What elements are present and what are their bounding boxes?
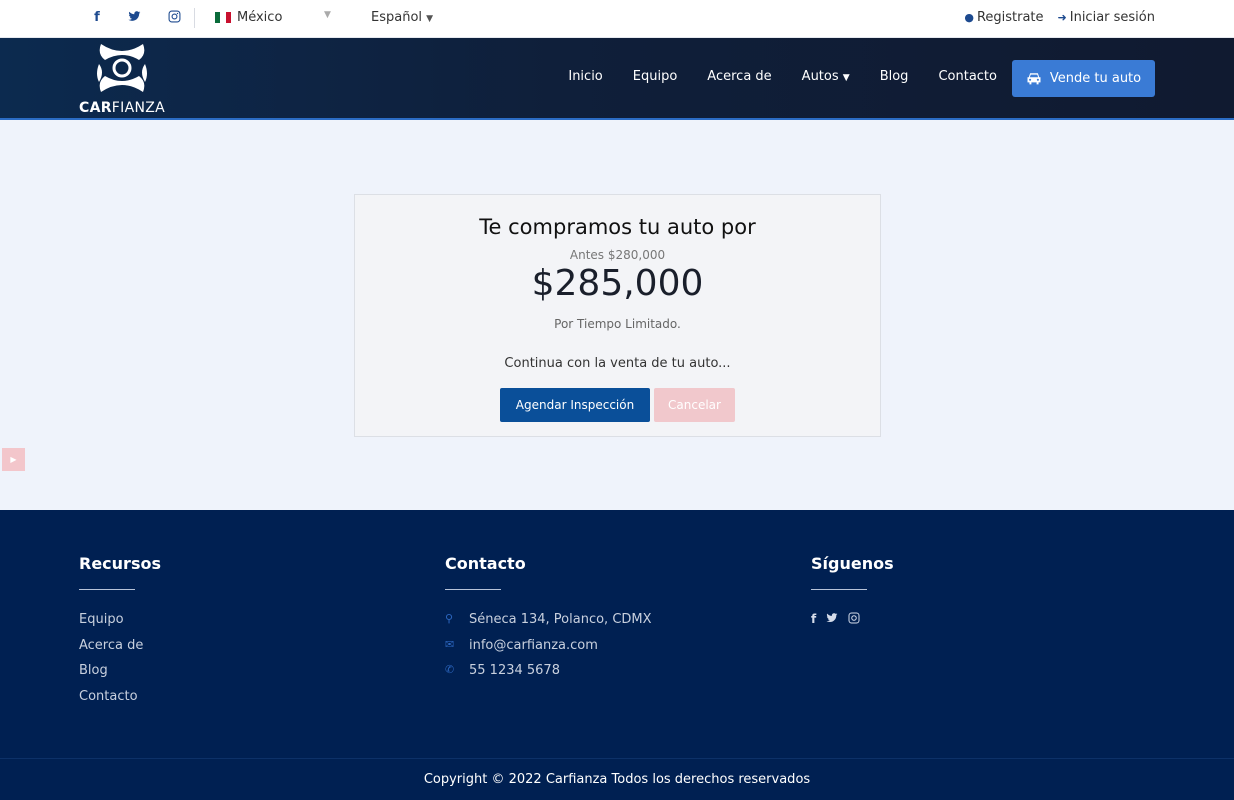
footer-link-acerca[interactable]: Acerca de (79, 638, 161, 664)
follow-title: Síguenos (811, 554, 894, 573)
footer-link-equipo[interactable]: Equipo (79, 612, 161, 638)
sell-car-label: Vende tu auto (1049, 71, 1142, 86)
envelope-icon: ✉ (445, 637, 455, 651)
offer-title: Te compramos tu auto por (479, 215, 756, 239)
nav-item-equipo[interactable]: Equipo (633, 69, 678, 84)
register-label: Registrate (976, 10, 1044, 25)
twitter-icon[interactable] (826, 612, 838, 627)
sell-car-button[interactable]: Vende tu auto (1012, 60, 1155, 97)
logo[interactable]: CARFIANZA (79, 42, 169, 116)
phone-text: 55 1234 5678 (469, 663, 560, 678)
copyright: Copyright © 2022 Carfianza Todos los der… (423, 772, 811, 787)
brand-name: CARFIANZA (79, 100, 165, 116)
chevron-down-icon: ▼ (842, 73, 850, 83)
phone-icon: ✆ (445, 663, 455, 676)
facebook-icon[interactable]: f (811, 612, 816, 627)
divider (194, 8, 195, 28)
nav-item-autos-label: Autos (801, 69, 839, 84)
resources-title: Recursos (79, 554, 161, 573)
limited-time-note: Por Tiempo Limitado. (554, 317, 681, 331)
side-play-tab[interactable]: ▶ (2, 448, 25, 471)
footer-link-blog[interactable]: Blog (79, 663, 161, 689)
mexico-flag-icon (215, 12, 231, 23)
footer-follow: Síguenos f (811, 554, 894, 627)
footer-contact: Contacto ⚲ Séneca 134, Polanco, CDMX ✉ inf… (445, 554, 652, 689)
contact-title: Contacto (445, 554, 526, 573)
email-text: info@carfianza.com (469, 637, 598, 653)
sign-in-icon: ➜ (1057, 11, 1067, 24)
footer-link-contacto[interactable]: Contacto (79, 689, 161, 715)
main-nav: CARFIANZA Inicio Equipo Acerca de Autos … (0, 38, 1234, 120)
nav-item-blog[interactable]: Blog (880, 69, 909, 84)
car-icon (1027, 73, 1041, 85)
footer: Recursos Equipo Acerca de Blog Contacto … (0, 510, 1234, 800)
top-bar: f México ▼ Español ▼ ● Registrate ➜ Inicia… (0, 0, 1234, 38)
continue-text: Continua con la venta de tu auto... (504, 356, 731, 371)
facebook-icon[interactable]: f (89, 10, 105, 26)
nav-item-contacto[interactable]: Contacto (938, 69, 997, 84)
nav-item-acerca[interactable]: Acerca de (707, 69, 771, 84)
instagram-icon[interactable] (848, 612, 860, 627)
map-marker-icon: ⚲ (445, 612, 454, 625)
chevron-down-icon: ▼ (426, 14, 434, 24)
language-label: Español (371, 10, 423, 25)
schedule-inspection-button[interactable]: Agendar Inspección (500, 388, 650, 422)
footer-resources: Recursos Equipo Acerca de Blog Contacto (79, 554, 161, 714)
register-link[interactable]: ● Registrate (964, 10, 1043, 25)
divider (79, 589, 135, 590)
logo-mark-icon (97, 44, 147, 92)
address-text: Séneca 134, Polanco, CDMX (469, 612, 652, 627)
address-row: ⚲ Séneca 134, Polanco, CDMX (445, 612, 652, 638)
brand-bold: CAR (79, 100, 112, 116)
login-label: Iniciar sesión (1069, 10, 1155, 25)
email-row[interactable]: ✉ info@carfianza.com (445, 638, 652, 664)
language-selector[interactable]: Español ▼ (371, 10, 433, 25)
offer-price: $285,000 (531, 263, 704, 304)
login-link[interactable]: ➜ Iniciar sesión (1058, 10, 1155, 25)
divider (0, 758, 1234, 759)
play-icon: ▶ (10, 455, 17, 464)
nav-item-inicio[interactable]: Inicio (568, 69, 602, 84)
chevron-down-icon[interactable]: ▼ (324, 10, 331, 20)
divider (811, 589, 867, 590)
twitter-icon[interactable] (126, 10, 142, 26)
instagram-icon[interactable] (166, 10, 182, 26)
brand-rest: FIANZA (111, 100, 165, 116)
user-icon: ● (964, 11, 974, 24)
cancel-button[interactable]: Cancelar (654, 388, 735, 422)
country-selector[interactable]: México (237, 10, 282, 25)
offer-card: Te compramos tu auto por Antes $280,000 … (354, 194, 881, 437)
divider (445, 589, 501, 590)
nav-menu: Inicio Equipo Acerca de Autos ▼ Blog Con… (568, 69, 997, 84)
phone-row[interactable]: ✆ 55 1234 5678 (445, 663, 652, 689)
nav-item-autos[interactable]: Autos ▼ (802, 69, 850, 84)
previous-price: Antes $280,000 (569, 248, 666, 262)
